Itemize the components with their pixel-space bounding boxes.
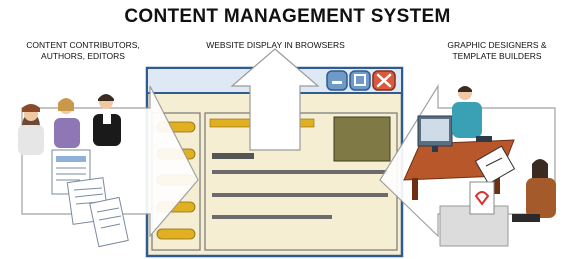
contributor-person <box>93 94 121 146</box>
cms-illustration <box>18 48 556 258</box>
content-text-line <box>212 193 388 197</box>
contributor-person <box>54 98 80 148</box>
content-image-block <box>333 116 391 162</box>
design-sheet-icon <box>469 181 495 215</box>
content-text-line <box>212 215 332 219</box>
maximize-icon[interactable] <box>349 70 371 91</box>
close-icon[interactable] <box>372 70 396 91</box>
sidebar-button[interactable] <box>156 228 196 240</box>
content-text-line <box>212 153 254 159</box>
content-text-line <box>212 170 388 174</box>
minimize-icon[interactable] <box>326 70 348 91</box>
